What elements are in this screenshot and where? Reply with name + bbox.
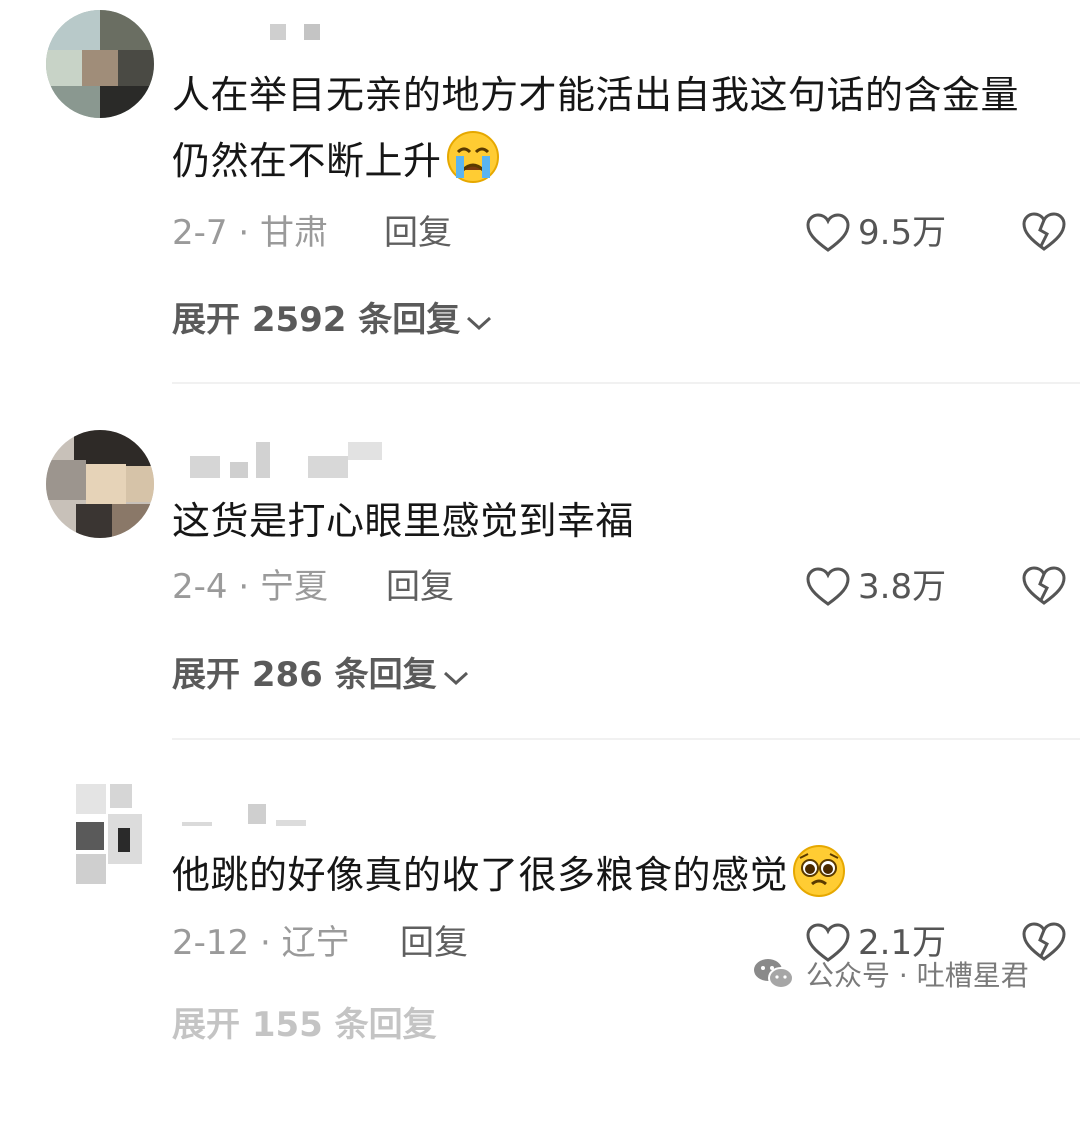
date-location: 2-12 · 辽宁 bbox=[172, 923, 350, 963]
comment-text-content: 他跳的好像真的收了很多粮食的感觉 bbox=[172, 853, 789, 897]
broken-heart-icon bbox=[1022, 212, 1066, 251]
watermark-text: 公众号 · 吐槽星君 bbox=[806, 959, 1029, 992]
crying-face-icon bbox=[446, 130, 500, 204]
username[interactable] bbox=[172, 20, 332, 60]
date-location: 2-7 · 甘肃 bbox=[172, 213, 328, 253]
comment-meta: 2-4 · 宁夏 回复 3.8万 bbox=[172, 564, 1080, 610]
reply-button[interactable]: 回复 bbox=[400, 920, 468, 966]
broken-heart-icon bbox=[1022, 566, 1066, 605]
username[interactable] bbox=[172, 802, 312, 842]
avatar[interactable] bbox=[46, 784, 154, 892]
expand-replies-label: 展开 286 条回复 bbox=[172, 655, 437, 695]
like-count: 9.5万 bbox=[858, 213, 947, 253]
comment-text: 他跳的好像真的收了很多粮食的感觉 bbox=[172, 842, 1052, 918]
expand-replies-button[interactable]: 展开 155 条回复 bbox=[172, 1002, 437, 1048]
like-count: 3.8万 bbox=[858, 567, 947, 607]
comment-text: 这货是打心眼里感觉到幸福 bbox=[172, 488, 1052, 554]
heart-icon bbox=[806, 213, 850, 252]
expand-replies-button[interactable]: 展开 286 条回复 bbox=[172, 652, 471, 700]
expand-replies-label: 展开 2592 条回复 bbox=[172, 300, 461, 340]
avatar[interactable] bbox=[46, 10, 154, 118]
date-location: 2-4 · 宁夏 bbox=[172, 567, 328, 607]
dislike-button[interactable] bbox=[1022, 212, 1066, 264]
chevron-down-icon bbox=[464, 299, 494, 345]
username[interactable] bbox=[172, 442, 392, 482]
divider bbox=[172, 738, 1080, 740]
reply-button[interactable]: 回复 bbox=[386, 564, 454, 610]
comment-text: 人在举目无亲的地方才能活出自我这句话的含金量仍然在不断上升 bbox=[172, 62, 1052, 204]
like-button[interactable]: 9.5万 bbox=[806, 208, 946, 258]
comment-item: 人在举目无亲的地方才能活出自我这句话的含金量仍然在不断上升 2-7 · 甘肃 回… bbox=[0, 0, 1080, 356]
comment-text-content: 这货是打心眼里感觉到幸福 bbox=[172, 499, 635, 543]
chevron-down-icon bbox=[441, 654, 471, 700]
divider bbox=[172, 382, 1080, 384]
comment-meta: 2-7 · 甘肃 回复 9.5万 bbox=[172, 210, 1080, 256]
comment-text-content: 人在举目无亲的地方才能活出自我这句话的含金量仍然在不断上升 bbox=[172, 73, 1020, 183]
expand-replies-label: 展开 155 条回复 bbox=[172, 1005, 437, 1045]
expand-replies-button[interactable]: 展开 2592 条回复 bbox=[172, 297, 494, 345]
watermark: 公众号 · 吐槽星君 bbox=[752, 944, 1029, 1004]
avatar[interactable] bbox=[46, 430, 154, 538]
heart-icon bbox=[806, 567, 850, 606]
like-button[interactable]: 3.8万 bbox=[806, 562, 946, 612]
dislike-button[interactable] bbox=[1022, 566, 1066, 618]
pleading-face-icon bbox=[792, 844, 846, 918]
comment-item: 这货是打心眼里感觉到幸福 2-4 · 宁夏 回复 3.8万 展开 286 条回复 bbox=[0, 430, 1080, 786]
reply-button[interactable]: 回复 bbox=[384, 210, 452, 256]
wechat-icon bbox=[754, 959, 794, 989]
